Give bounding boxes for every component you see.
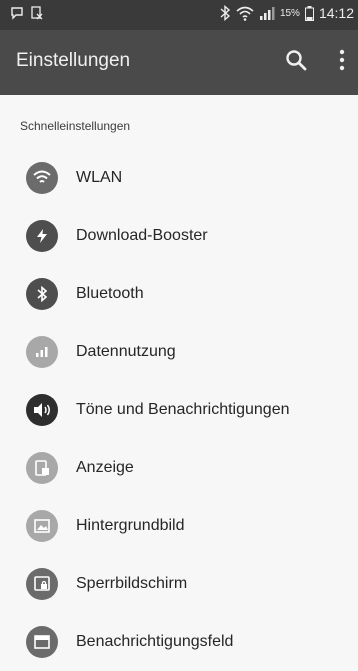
settings-list: Schnelleinstellungen WLAN Download-Boost… [0,95,358,658]
lock-screen-icon [26,568,58,600]
settings-item-toene[interactable]: Töne und Benachrichtigungen [0,381,358,439]
settings-item-label: Datennutzung [76,343,176,360]
settings-item-label: Anzeige [76,459,134,476]
clock: 14:12 [318,5,354,21]
settings-item-sperrbildschirm[interactable]: Sperrbildschirm [0,555,358,613]
settings-item-label: Bluetooth [76,285,144,302]
more-options-icon[interactable] [336,48,348,72]
wallpaper-icon [26,510,58,542]
settings-item-benachrichtigungsfeld[interactable]: Benachrichtigungsfeld [0,613,358,671]
signal-strength-icon [259,7,275,20]
settings-item-label: Hintergrundbild [76,517,185,534]
app-bar: Einstellungen [0,30,358,95]
status-bar-right: 15% 14:12 [219,5,354,21]
page-title: Einstellungen [16,50,131,71]
bluetooth-status-icon [220,5,231,21]
settings-item-wlan[interactable]: WLAN [0,149,358,207]
wifi-status-icon [236,6,254,21]
screenshot-notification-icon [31,6,43,20]
settings-item-label: Benachrichtigungsfeld [76,633,234,650]
settings-item-anzeige[interactable]: Anzeige [0,439,358,497]
status-bar-left [10,6,44,20]
settings-item-bluetooth[interactable]: Bluetooth [0,265,358,323]
chat-notification-icon [11,7,23,20]
speaker-icon [26,394,58,426]
settings-item-label: Download-Booster [76,227,208,244]
settings-item-label: Töne und Benachrichtigungen [76,401,290,418]
battery-percent: 15% [279,7,300,19]
settings-item-hintergrundbild[interactable]: Hintergrundbild [0,497,358,555]
search-icon[interactable] [284,48,308,72]
notification-panel-icon [26,626,58,658]
lightning-icon [26,220,58,252]
section-header: Schnelleinstellungen [20,119,131,133]
display-icon [26,452,58,484]
battery-icon [304,5,314,21]
data-usage-icon [26,336,58,368]
wifi-icon [26,162,58,194]
settings-item-label: Sperrbildschirm [76,575,188,592]
bluetooth-icon [26,278,58,310]
settings-item-label: WLAN [76,169,123,186]
settings-item-datennutzung[interactable]: Datennutzung [0,323,358,381]
settings-item-download-booster[interactable]: Download-Booster [0,207,358,265]
status-bar: 15% 14:12 [0,0,358,30]
